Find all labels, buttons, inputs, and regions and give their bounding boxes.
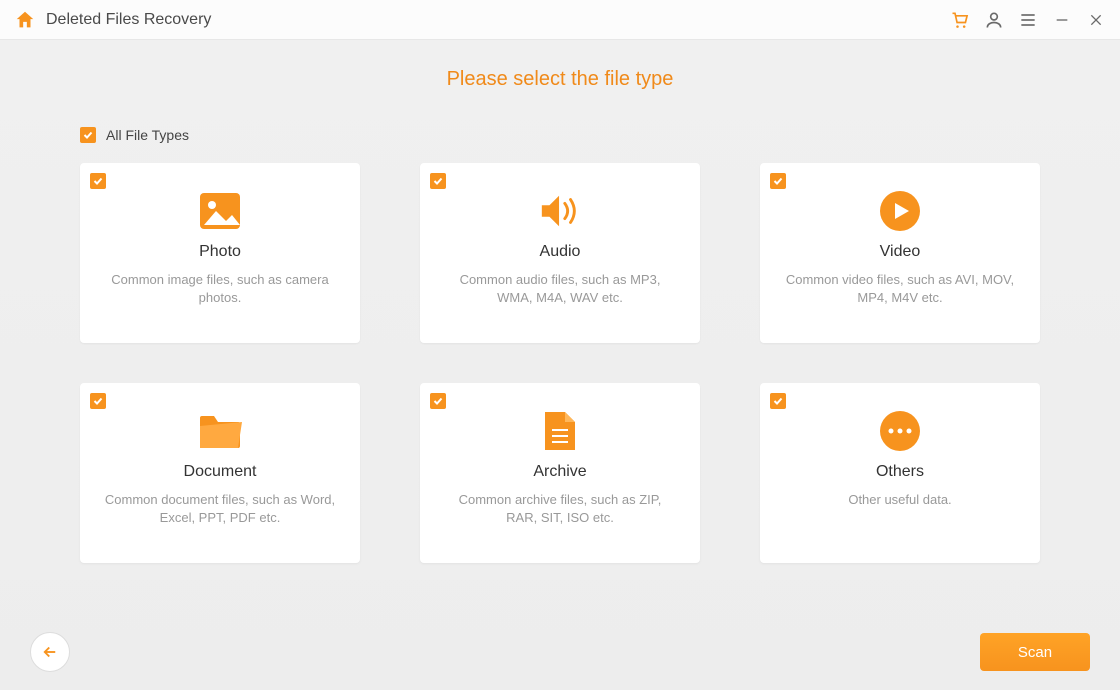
card-title: Archive <box>533 463 586 481</box>
card-title: Audio <box>540 243 581 261</box>
heading: Please select the file type <box>80 68 1040 91</box>
footer: Scan <box>30 632 1090 672</box>
card-photo[interactable]: Photo Common image files, such as camera… <box>80 163 360 343</box>
card-document[interactable]: Document Common document files, such as … <box>80 383 360 563</box>
all-types-checkbox[interactable] <box>80 127 96 143</box>
card-desc: Other useful data. <box>824 491 975 509</box>
close-icon[interactable] <box>1086 10 1106 30</box>
document-checkbox[interactable] <box>90 393 106 409</box>
card-title: Document <box>184 463 257 481</box>
user-icon[interactable] <box>984 10 1004 30</box>
card-video[interactable]: Video Common video files, such as AVI, M… <box>760 163 1040 343</box>
card-desc: Common archive files, such as ZIP, RAR, … <box>420 491 700 527</box>
video-icon <box>878 189 922 233</box>
page-title: Deleted Files Recovery <box>46 11 950 29</box>
home-icon[interactable] <box>14 9 36 31</box>
card-audio[interactable]: Audio Common audio files, such as MP3, W… <box>420 163 700 343</box>
video-checkbox[interactable] <box>770 173 786 189</box>
menu-icon[interactable] <box>1018 10 1038 30</box>
more-icon <box>878 409 922 453</box>
titlebar-actions <box>950 10 1106 30</box>
all-file-types-row[interactable]: All File Types <box>80 127 1040 143</box>
main-content: Please select the file type All File Typ… <box>0 40 1120 563</box>
card-title: Others <box>876 463 924 481</box>
card-title: Photo <box>199 243 241 261</box>
file-icon <box>538 409 582 453</box>
card-desc: Common document files, such as Word, Exc… <box>80 491 360 527</box>
archive-checkbox[interactable] <box>430 393 446 409</box>
card-title: Video <box>880 243 921 261</box>
folder-icon <box>198 409 242 453</box>
scan-button[interactable]: Scan <box>980 633 1090 671</box>
titlebar: Deleted Files Recovery <box>0 0 1120 40</box>
audio-checkbox[interactable] <box>430 173 446 189</box>
photo-icon <box>198 189 242 233</box>
card-desc: Common audio files, such as MP3, WMA, M4… <box>420 271 700 307</box>
cart-icon[interactable] <box>950 10 970 30</box>
others-checkbox[interactable] <box>770 393 786 409</box>
card-desc: Common video files, such as AVI, MOV, MP… <box>760 271 1040 307</box>
back-button[interactable] <box>30 632 70 672</box>
photo-checkbox[interactable] <box>90 173 106 189</box>
audio-icon <box>538 189 582 233</box>
card-desc: Common image files, such as camera photo… <box>80 271 360 307</box>
file-type-grid: Photo Common image files, such as camera… <box>80 163 1040 563</box>
card-archive[interactable]: Archive Common archive files, such as ZI… <box>420 383 700 563</box>
all-types-label: All File Types <box>106 127 189 143</box>
minimize-icon[interactable] <box>1052 10 1072 30</box>
card-others[interactable]: Others Other useful data. <box>760 383 1040 563</box>
